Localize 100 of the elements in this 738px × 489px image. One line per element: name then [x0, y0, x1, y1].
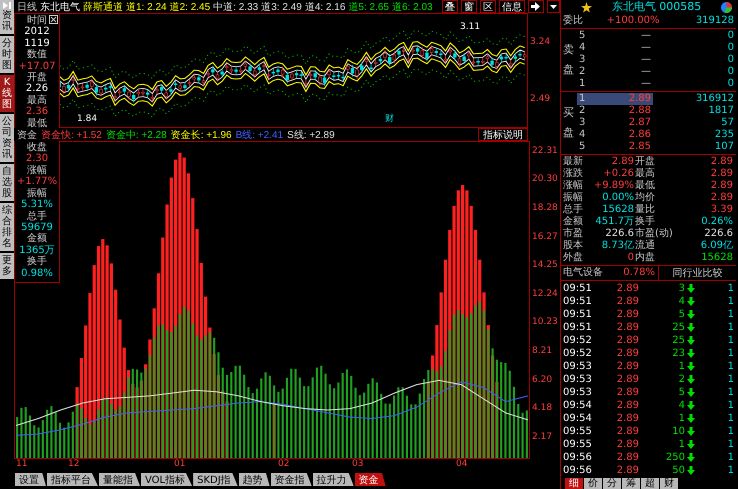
stat-value: 0.26%: [700, 216, 734, 228]
side-tab[interactable]: 自选股: [0, 164, 14, 201]
book-price: —: [640, 66, 652, 78]
trade-price: 2.89: [616, 386, 639, 398]
side-tab[interactable]: 更多: [0, 253, 14, 279]
info-value: +17.07: [18, 60, 56, 72]
side-tab[interactable]: 分时图: [0, 36, 14, 73]
trade-volume: 5: [678, 308, 685, 320]
stat-label: 均价: [635, 192, 656, 204]
trade-volume: 3: [678, 282, 685, 294]
star-icon[interactable]: [581, 2, 592, 12]
indicator-help-button[interactable]: 指标说明: [478, 128, 528, 141]
book-volume: 0: [726, 78, 735, 90]
trade-time: 09:53: [563, 360, 593, 372]
side-tab[interactable]: 资讯: [0, 0, 14, 34]
indicator-axis-label: 14.25: [532, 260, 558, 270]
close-icon[interactable]: [49, 15, 58, 24]
date-axis-label: 11: [16, 459, 28, 471]
indicator-tab[interactable]: 拉升力: [312, 473, 354, 486]
trade-count: 1: [726, 296, 735, 308]
indicator-axis-label: 18.28: [532, 203, 558, 213]
indicator-tab[interactable]: 量能指: [99, 473, 140, 486]
book-level[interactable]: 1: [577, 93, 591, 105]
stat-label: 金额: [563, 216, 584, 228]
indicator-axis-label: 20.30: [532, 174, 558, 184]
trade-volume: 25: [671, 334, 685, 346]
indicator-tab[interactable]: VOL指标: [141, 473, 192, 486]
indicator-tab[interactable]: 资金: [354, 473, 386, 486]
book-level: 3: [578, 54, 586, 66]
indicator-tab[interactable]: SKDJ指: [193, 473, 238, 486]
side-tab[interactable]: 综合排名: [0, 203, 14, 251]
book-level: 2: [578, 66, 586, 78]
trade-count: 1: [726, 360, 735, 372]
pie-chart-icon[interactable]: [721, 2, 732, 12]
info-label: 收盘: [27, 142, 47, 154]
toolbar-button[interactable]: 窗: [461, 0, 477, 13]
info-value: 1119: [24, 38, 50, 49]
stat-value: 2.89: [710, 192, 734, 204]
book-level[interactable]: 2: [577, 105, 591, 117]
exit-button[interactable]: [528, 0, 544, 13]
trade-price: 2.89: [616, 426, 639, 438]
date-axis-label: 12: [68, 459, 80, 471]
info-value: 1365万: [19, 244, 55, 256]
side-tab[interactable]: 公司资讯: [0, 114, 14, 162]
trade-price: 2.89: [616, 322, 639, 334]
indicator-value: B线: +2.41: [236, 128, 284, 142]
indicator-tab[interactable]: 设置: [15, 473, 46, 486]
trade-price: 2.89: [616, 452, 639, 464]
trade-volume: 250: [664, 452, 685, 464]
indicator-axis-label: 4.18: [532, 403, 552, 414]
detail-tab[interactable]: 财: [660, 478, 678, 489]
book-level[interactable]: 5: [577, 141, 591, 153]
indicator-name: 资金: [17, 128, 37, 142]
dropdown-button[interactable]: [547, 0, 560, 13]
price-axis-label: 2.49: [530, 94, 552, 104]
detail-tab[interactable]: 细: [565, 478, 583, 489]
trade-volume: 4: [678, 296, 685, 308]
detail-tab[interactable]: 价: [584, 478, 602, 489]
book-level: 5: [578, 30, 586, 42]
stat-value: 2.89: [710, 156, 734, 168]
caret-icon: [550, 4, 557, 8]
stat-label: 最新: [563, 156, 584, 168]
info-value: +1.77%: [16, 176, 58, 188]
stat-value: +0.26: [602, 168, 635, 180]
arrow-icon: [531, 2, 541, 11]
info-value: 59679: [21, 222, 53, 233]
info-label: 换手: [27, 256, 47, 268]
info-value: 5.31%: [21, 199, 53, 210]
book-price: —: [640, 30, 652, 42]
indicator-axis-label: 16.27: [532, 232, 558, 242]
trade-price: 2.89: [616, 374, 639, 386]
play-icon: [2, 2, 12, 9]
book-level[interactable]: 4: [577, 129, 591, 141]
trade-time: 09:52: [563, 334, 593, 346]
trade-time: 09:51: [563, 282, 593, 294]
toolbar-button[interactable]: 叠: [442, 0, 458, 13]
toolbar-button[interactable]: 区: [480, 0, 496, 13]
trade-time: 09:56: [563, 452, 593, 464]
indicator-value: 资金长: +1.96: [170, 128, 232, 142]
side-tab[interactable]: K线图: [0, 75, 14, 112]
indicator-tab[interactable]: 趋势: [238, 473, 270, 486]
book-level[interactable]: 3: [577, 117, 591, 129]
detail-tab[interactable]: 筹: [622, 478, 640, 489]
trade-time: 09:55: [563, 438, 593, 450]
date-axis-label: 03: [352, 459, 364, 471]
indicator-tab[interactable]: 指标平台: [47, 473, 98, 486]
price-annotation: 财: [385, 114, 394, 124]
stat-label: 股本: [563, 240, 584, 252]
detail-tab[interactable]: 超: [641, 478, 659, 489]
trade-time: 09:51: [563, 308, 593, 320]
indicator-axis-label: 8.21: [532, 346, 552, 356]
toolbar-button[interactable]: 信息: [499, 0, 525, 13]
indicator-value: 道2: 2.45: [170, 0, 210, 14]
trade-count: 1: [726, 426, 735, 438]
trade-count: 1: [726, 400, 735, 412]
detail-tab[interactable]: 分: [603, 478, 621, 489]
book-volume: 0: [726, 30, 735, 42]
indicator-tab[interactable]: 资金指: [270, 473, 312, 486]
stock-name: 东北电气: [40, 0, 80, 14]
stat-value: 451.7万: [594, 216, 635, 228]
